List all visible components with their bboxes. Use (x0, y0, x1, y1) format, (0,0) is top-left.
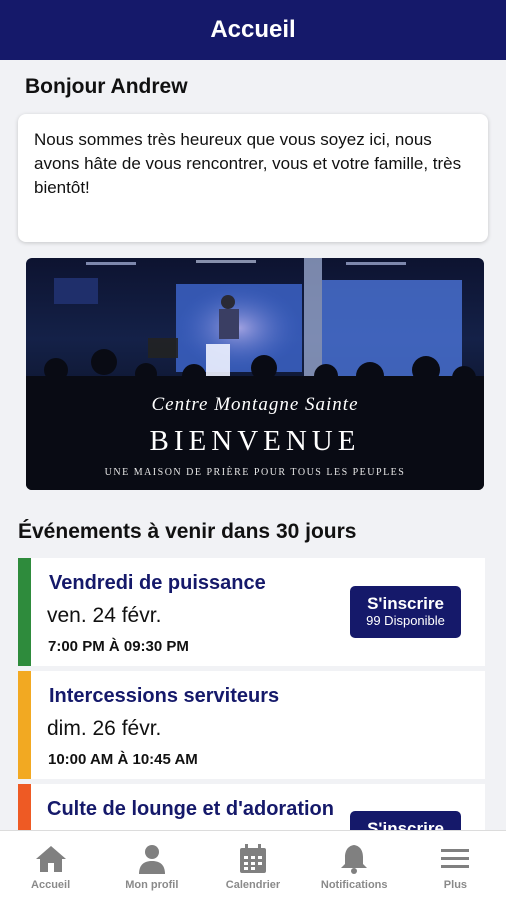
calendar-icon (240, 844, 266, 873)
welcome-message: Nous sommes très heureux que vous soyez … (34, 130, 462, 197)
nav-label: Mon profil (125, 879, 179, 891)
bottom-navigation: Accueil Mon profil Calendrier Notificati… (0, 830, 506, 900)
event-time: 10:00 AM À 10:45 AM (48, 751, 198, 768)
home-icon (35, 846, 66, 872)
event-date: ven. 24 févr. (47, 604, 162, 627)
event-date: dim. 26 févr. (47, 717, 162, 740)
nav-label: Notifications (320, 879, 388, 891)
welcome-banner: Centre Montagne Sainte BIENVENUE UNE MAI… (26, 258, 484, 490)
bell-icon (341, 845, 368, 874)
event-card[interactable]: Vendredi de puissance ven. 24 févr. 7:00… (18, 558, 485, 666)
user-icon (138, 845, 165, 874)
menu-icon (441, 849, 470, 868)
register-button[interactable]: S'inscrire (350, 811, 461, 830)
events-section-title: Événements à venir dans 30 jours (18, 520, 357, 543)
availability-count: 99 Disponible (366, 613, 445, 628)
event-color-stripe (18, 671, 31, 779)
welcome-card: Nous sommes très heureux que vous soyez … (18, 114, 488, 242)
register-label: S'inscrire (367, 819, 444, 830)
nav-item-profile[interactable]: Mon profil (101, 831, 202, 900)
nav-label: Calendrier (225, 879, 281, 891)
event-title: Culte de lounge et d'adoration (47, 798, 334, 820)
nav-item-home[interactable]: Accueil (0, 831, 101, 900)
nav-item-notifications[interactable]: Notifications (304, 831, 405, 900)
app-header: Accueil (0, 0, 506, 60)
main-content[interactable]: Bonjour Andrew Nous sommes très heureux … (0, 60, 506, 830)
banner-title: BIENVENUE (149, 425, 361, 457)
nav-label: Accueil (31, 879, 71, 891)
nav-item-calendar[interactable]: Calendrier (202, 831, 303, 900)
event-time: 7:00 PM À 09:30 PM (48, 638, 189, 655)
event-color-stripe (18, 784, 31, 830)
nav-item-more[interactable]: Plus (405, 831, 506, 900)
nav-label: Plus (443, 879, 468, 891)
event-title: Intercessions serviteurs (49, 685, 280, 707)
banner-subtitle: UNE MAISON DE PRIÈRE POUR TOUS LES PEUPL… (104, 467, 406, 478)
banner-church-name: Centre Montagne Sainte (151, 394, 359, 415)
event-color-stripe (18, 558, 31, 666)
greeting-text: Bonjour Andrew (25, 75, 188, 98)
page-title: Accueil (210, 16, 296, 43)
event-card[interactable]: Culte de lounge et d'adoration S'inscrir… (18, 784, 485, 830)
event-title: Vendredi de puissance (49, 572, 266, 594)
register-button[interactable]: S'inscrire 99 Disponible (350, 586, 461, 638)
register-label: S'inscrire (367, 594, 444, 613)
event-card[interactable]: Intercessions serviteurs dim. 26 févr. 1… (18, 671, 485, 779)
